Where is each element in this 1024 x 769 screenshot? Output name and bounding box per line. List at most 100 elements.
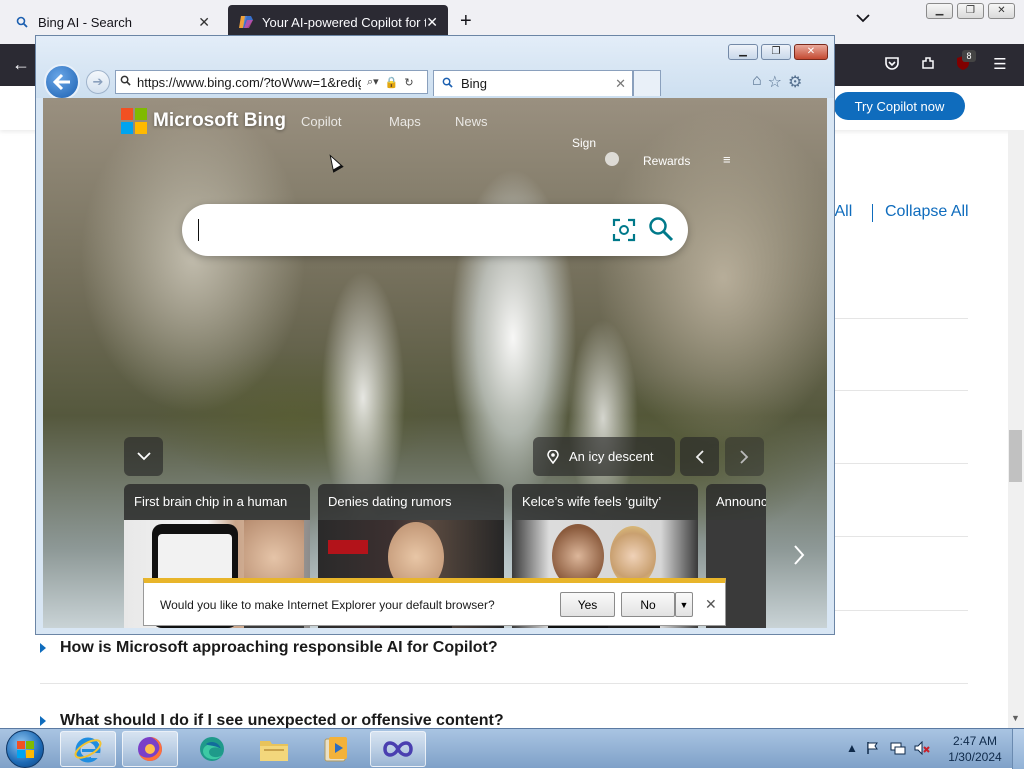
tab-copilot[interactable]: Your AI-powered Copilot for the ✕ — [228, 5, 448, 39]
taskbar: ▲ 2:47 AM 1/30/2024 — [0, 728, 1024, 769]
refresh-icon[interactable]: ↻ — [404, 76, 413, 89]
chevron-down-icon[interactable] — [124, 437, 163, 476]
new-tab-icon[interactable]: + — [460, 10, 472, 33]
forward-button[interactable]: ➔ — [86, 70, 110, 94]
home-icon[interactable]: ⌂ — [752, 72, 762, 92]
image-location-info[interactable]: An icy descent — [533, 437, 675, 476]
yes-button[interactable]: Yes — [560, 592, 615, 617]
text-caret — [198, 219, 199, 241]
user-avatar-icon[interactable] — [605, 152, 619, 166]
chevron-down-icon[interactable] — [856, 10, 870, 26]
search-icon — [14, 14, 30, 30]
bing-logo[interactable]: Microsoft Bing — [121, 108, 286, 134]
firefox-icon — [138, 737, 162, 761]
faq-item[interactable]: How is Microsoft approaching responsible… — [40, 639, 498, 657]
tab-bing-ai-search[interactable]: Bing AI - Search ✕ — [4, 5, 220, 39]
edge-icon — [200, 737, 224, 761]
microsoft-logo-icon — [121, 108, 147, 134]
window-controls: ▁ ❐ ✕ — [728, 44, 828, 60]
tab-label: Your AI-powered Copilot for the — [262, 14, 427, 30]
address-bar[interactable]: https://www.bing.com/?toWww=1&redig ⌕▾ 🔒… — [115, 70, 428, 94]
action-center-flag-icon[interactable] — [866, 741, 880, 758]
news-title: Announc — [716, 494, 766, 509]
new-tab-button[interactable] — [633, 70, 661, 96]
folder-icon — [260, 741, 288, 761]
close-button[interactable]: ✕ — [794, 44, 828, 60]
search-icon[interactable] — [648, 216, 674, 242]
close-tab-icon[interactable]: ✕ — [426, 14, 438, 31]
expand-triangle-icon — [40, 643, 46, 653]
no-button[interactable]: No — [621, 592, 675, 617]
location-label: An icy descent — [569, 449, 654, 464]
taskbar-media-player[interactable] — [308, 731, 364, 767]
restore-button[interactable]: ❐ — [957, 3, 984, 19]
scroll-down-arrow-icon[interactable]: ▼ — [1011, 713, 1020, 723]
ie-tab-bing[interactable]: Bing ✕ — [433, 70, 633, 96]
media-player-icon — [324, 737, 347, 762]
chevron-right-icon[interactable] — [793, 544, 805, 572]
clock-time: 2:47 AM — [952, 734, 998, 748]
search-input[interactable] — [198, 217, 598, 243]
news-title: Denies dating rumors — [328, 494, 452, 509]
taskbar-file-explorer[interactable] — [246, 731, 302, 767]
internet-explorer-icon — [74, 737, 102, 763]
pocket-icon[interactable] — [882, 55, 902, 75]
nav-news[interactable]: News — [455, 114, 488, 129]
copilot-icon — [238, 14, 254, 30]
close-button[interactable]: ✕ — [988, 3, 1015, 19]
internet-explorer-window: ▁ ❐ ✕ ➔ https://www.bing.com/?toWww=1&re… — [35, 35, 835, 635]
news-title: Kelce’s wife feels ‘guilty’ — [522, 494, 662, 509]
start-button[interactable] — [6, 730, 44, 768]
sign-in-link[interactable]: Sign — [572, 136, 596, 150]
location-pin-icon — [547, 449, 559, 464]
taskbar-firefox[interactable] — [122, 731, 178, 767]
window-controls: ▁ ❐ ✕ — [926, 3, 1015, 19]
minimize-button[interactable]: ▁ — [926, 3, 953, 19]
hamburger-menu-icon[interactable]: ≡ — [723, 152, 731, 167]
faq-question: How is Microsoft approaching responsible… — [60, 639, 498, 656]
search-dropdown-icon[interactable]: ⌕▾ — [367, 75, 379, 89]
no-options-dropdown-icon[interactable]: ▼ — [675, 592, 693, 617]
back-arrow-icon[interactable]: ← — [12, 54, 30, 75]
minimize-button[interactable]: ▁ — [728, 44, 758, 60]
close-tab-icon[interactable]: ✕ — [198, 14, 210, 31]
divider — [872, 204, 873, 222]
bing-logo-text: Microsoft Bing — [153, 110, 286, 131]
favorites-star-icon[interactable]: ☆ — [768, 72, 782, 92]
taskbar-edge[interactable] — [184, 731, 240, 767]
show-desktop-button[interactable] — [1012, 729, 1024, 769]
close-icon[interactable]: ✕ — [705, 596, 717, 613]
page-scrollbar[interactable]: ▼ — [1008, 130, 1024, 728]
hamburger-menu-icon[interactable]: ☰ — [990, 55, 1010, 73]
visual-search-icon[interactable] — [612, 218, 636, 242]
search-icon — [442, 77, 453, 91]
windows-logo-icon — [17, 741, 34, 758]
taskbar-app[interactable] — [370, 731, 426, 767]
search-icon — [120, 75, 131, 89]
restore-button[interactable]: ❐ — [761, 44, 791, 60]
news-title: First brain chip in a human — [134, 494, 288, 509]
tab-label: Bing AI - Search — [38, 14, 132, 30]
close-tab-icon[interactable]: ✕ — [615, 76, 626, 92]
volume-muted-icon[interactable] — [914, 740, 930, 758]
tab-label: Bing — [461, 76, 488, 91]
collapse-all-link[interactable]: Collapse All — [885, 203, 969, 221]
bing-search-box[interactable] — [182, 204, 688, 256]
previous-image-button[interactable] — [680, 437, 719, 476]
gear-icon[interactable]: ⚙ — [788, 72, 802, 92]
next-image-button[interactable] — [725, 437, 764, 476]
system-clock[interactable]: 2:47 AM 1/30/2024 — [935, 733, 1015, 765]
divider — [40, 683, 968, 684]
extensions-icon[interactable] — [918, 55, 938, 75]
expand-triangle-icon — [40, 716, 46, 726]
rewards-link[interactable]: Rewards — [643, 154, 690, 168]
scrollbar-thumb[interactable] — [1009, 430, 1022, 482]
lock-icon[interactable]: 🔒 — [385, 76, 399, 89]
network-icon[interactable] — [890, 741, 906, 758]
try-copilot-button[interactable]: Try Copilot now — [834, 92, 965, 120]
nav-copilot[interactable]: Copilot — [301, 114, 341, 129]
nav-maps[interactable]: Maps — [389, 114, 421, 129]
show-hidden-icons-icon[interactable]: ▲ — [846, 741, 858, 755]
taskbar-internet-explorer[interactable] — [60, 731, 116, 767]
back-button[interactable] — [44, 64, 80, 100]
